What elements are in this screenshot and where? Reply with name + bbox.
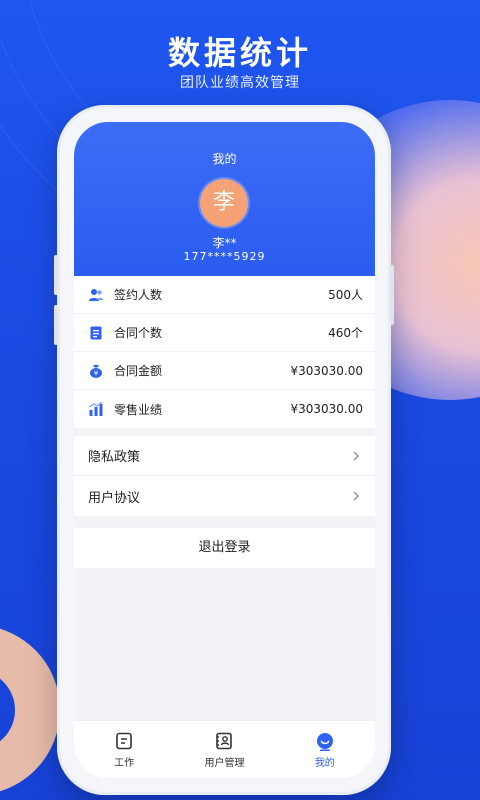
phone-screen: 我的 李 李** 177****5929 签约人数 500人 合同个数 460个… (74, 122, 375, 778)
phone-frame: 我的 李 李** 177****5929 签约人数 500人 合同个数 460个… (54, 105, 394, 795)
tab-bar: 工作 用户管理 我的 (74, 720, 375, 778)
money-bag-icon: ¥ (88, 363, 104, 379)
users-icon (88, 287, 104, 303)
menu-item-privacy-policy[interactable]: 隐私政策 (74, 436, 375, 476)
logout-button[interactable]: 退出登录 (74, 528, 375, 568)
stat-value: 460个 (328, 326, 363, 340)
phone-side-button (54, 255, 58, 295)
stat-label: 合同个数 (114, 326, 163, 340)
stat-value: ¥303030.00 (290, 363, 363, 378)
svg-text:¥: ¥ (94, 369, 99, 377)
work-icon (116, 732, 132, 749)
page-title: 我的 (212, 152, 237, 166)
bar-chart-icon (88, 401, 104, 417)
stat-label: 零售业绩 (114, 402, 163, 417)
stat-row-retail: 零售业绩 ¥303030.00 (74, 390, 375, 428)
tab-label: 用户管理 (204, 757, 245, 769)
phone-side-button (390, 265, 394, 325)
chevron-right-icon (353, 491, 359, 501)
tab-label: 我的 (314, 757, 335, 769)
stat-value: ¥303030.00 (290, 402, 363, 416)
stat-label: 签约人数 (114, 288, 163, 302)
hero-title: 数据统计 (167, 34, 312, 72)
settings-menu: 隐私政策 用户协议 (74, 436, 375, 516)
profile-header: 我的 李 李** 177****5929 (74, 122, 375, 276)
user-name: 李** (212, 236, 237, 250)
user-card-icon (216, 732, 233, 749)
document-icon (88, 325, 104, 341)
menu-item-label: 隐私政策 (88, 450, 141, 465)
avatar[interactable]: 李 (200, 179, 248, 227)
user-phone: 177****5929 (183, 250, 266, 263)
phone-side-button (54, 305, 58, 345)
tab-me[interactable]: 我的 (275, 721, 375, 778)
stat-row-contracts: 合同个数 460个 (74, 314, 375, 352)
stat-row-amount: ¥ 合同金额 ¥303030.00 (74, 352, 375, 390)
stat-row-signed: 签约人数 500人 (74, 276, 375, 314)
stats-list: 签约人数 500人 合同个数 460个 ¥ 合同金额 ¥303030.00 零售… (74, 276, 375, 428)
menu-item-label: 用户协议 (88, 490, 141, 506)
tab-label: 工作 (114, 757, 135, 769)
tab-user-management[interactable]: 用户管理 (174, 721, 274, 778)
tab-work[interactable]: 工作 (74, 721, 174, 778)
me-icon (316, 732, 333, 751)
hero-subtitle: 团队业绩高效管理 (180, 75, 300, 91)
stat-value: 500人 (328, 288, 363, 302)
stat-label: 合同金额 (114, 364, 163, 378)
chevron-right-icon (353, 451, 359, 460)
decor-ring (0, 625, 60, 795)
menu-item-user-agreement[interactable]: 用户协议 (74, 476, 375, 516)
